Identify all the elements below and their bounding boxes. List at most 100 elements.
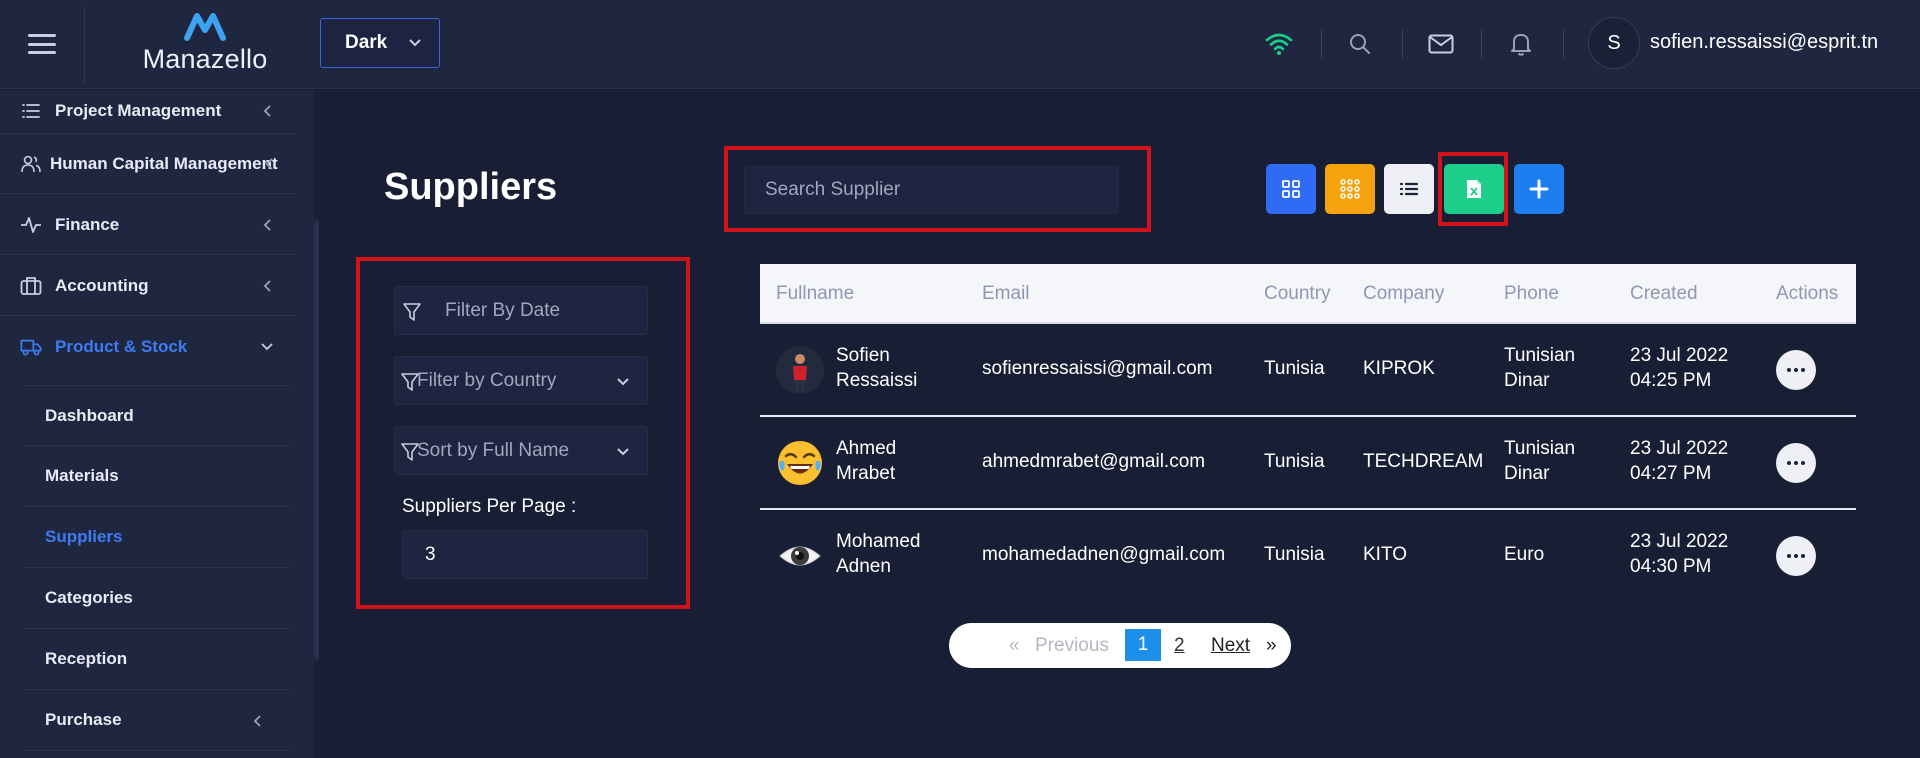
filter-by-country-select[interactable]: Filter by Country [394, 356, 648, 405]
filter-by-date-field[interactable]: Filter By Date [394, 286, 648, 335]
header-separator [1563, 30, 1564, 58]
fullname-cell: Ahmed Mrabet [836, 438, 897, 484]
sidebar-subitem-label: Purchase [45, 710, 122, 729]
mail-icon[interactable] [1424, 28, 1458, 60]
sidebar-subitem-suppliers[interactable]: Suppliers [24, 507, 290, 568]
row-actions-button[interactable] [1776, 536, 1816, 576]
chevron-left-icon [263, 279, 271, 292]
bell-icon[interactable] [1504, 28, 1538, 60]
excel-highlight-box [1438, 152, 1508, 226]
country-cell: Tunisia [1264, 358, 1325, 379]
sidebar-item-product-stock[interactable]: Product & Stock [0, 317, 296, 377]
sidebar-item-accounting[interactable]: Accounting [0, 256, 296, 316]
email-cell: sofienressaissi@gmail.com [982, 358, 1213, 379]
apps-icon [1340, 179, 1360, 199]
apps-view-button[interactable] [1325, 164, 1375, 214]
column-header-fullname[interactable]: Fullname [776, 283, 854, 305]
user-email[interactable]: sofien.ressaissi@esprit.tn [1650, 31, 1878, 54]
fullname-cell: Mohamed Adnen [836, 531, 921, 577]
company-cell: KIPROK [1363, 358, 1435, 379]
pagination-previous: Previous [1035, 635, 1109, 656]
hamburger-menu-icon[interactable] [24, 30, 60, 58]
app-name: Manazello [142, 44, 268, 74]
sidebar-subitem-purchase[interactable]: Purchase [24, 690, 290, 751]
pagination-next[interactable]: Next [1211, 631, 1250, 660]
sidebar-item-label: Human Capital Management [50, 153, 278, 173]
filter-by-country-label: Filter by Country [417, 369, 557, 391]
laughing-emoji-avatar [776, 439, 824, 487]
add-supplier-button[interactable] [1514, 164, 1564, 214]
top-header: Manazello Dark S sofien.ressaissi@esprit… [0, 0, 1920, 89]
table-header: Fullname Email Country Company Phone Cre… [760, 264, 1856, 324]
country-cell: Tunisia [1264, 451, 1325, 472]
sidebar-item-finance[interactable]: Finance [0, 195, 296, 255]
wifi-icon[interactable] [1262, 28, 1296, 60]
chevron-down-icon [617, 378, 629, 386]
sidebar-subitem-dashboard[interactable]: Dashboard [24, 385, 290, 446]
sidebar-item-label: Project Management [55, 100, 222, 120]
filter-by-date-placeholder: Filter By Date [445, 299, 561, 321]
truck-icon [20, 336, 42, 358]
app-logo[interactable]: Manazello [136, 10, 274, 78]
chevron-left-icon [265, 157, 273, 170]
plus-icon [1529, 179, 1549, 199]
sidebar-item-label: Finance [55, 214, 120, 234]
chevron-left-icon [253, 715, 261, 727]
row-actions-button[interactable] [1776, 350, 1816, 390]
email-cell: ahmedmrabet@gmail.com [982, 451, 1206, 472]
scrollbar-thumb[interactable] [314, 220, 319, 660]
sidebar: Project Management Human Capital Managem… [0, 90, 314, 758]
sidebar-subitem-materials[interactable]: Materials [24, 446, 290, 507]
phone-cell: Euro [1504, 544, 1545, 565]
grid-icon [1282, 180, 1300, 198]
per-page-input[interactable] [402, 530, 648, 579]
column-header-created[interactable]: Created [1630, 283, 1698, 305]
table-row[interactable]: Sofien Ressaissi sofienressaissi@gmail.co… [760, 324, 1856, 417]
pagination-page-2[interactable]: 2 [1174, 631, 1185, 660]
briefcase-icon [20, 275, 42, 297]
column-header-phone[interactable]: Phone [1504, 283, 1559, 305]
created-cell: 23 Jul 2022 04:27 PM [1630, 438, 1729, 484]
sidebar-subitem-categories[interactable]: Categories [24, 568, 290, 629]
phone-cell: Tunisian Dinar [1504, 345, 1576, 391]
chevron-left-icon [263, 105, 271, 117]
company-cell: TECHDREAM [1363, 451, 1484, 472]
sidebar-item-label: Product & Stock [55, 337, 188, 356]
sidebar-item-project-management[interactable]: Project Management [0, 88, 296, 134]
user-avatar[interactable]: S [1588, 17, 1640, 69]
sort-by-select[interactable]: Sort by Full Name [394, 426, 648, 475]
theme-select[interactable]: Dark [320, 18, 440, 68]
grid-view-button[interactable] [1266, 164, 1316, 214]
users-icon [20, 153, 42, 175]
manazello-logo-icon [184, 13, 226, 41]
company-cell: KITO [1363, 544, 1407, 565]
sidebar-subitem-reception[interactable]: Reception [24, 629, 290, 690]
pagination-last-arrow[interactable]: » [1266, 631, 1277, 660]
pagination: « Previous 1 2 Next » [949, 623, 1291, 668]
row-actions-button[interactable] [1776, 443, 1816, 483]
search-icon[interactable] [1343, 28, 1377, 60]
created-cell: 23 Jul 2022 04:25 PM [1630, 345, 1729, 391]
header-separator [1481, 30, 1482, 58]
column-header-country[interactable]: Country [1264, 283, 1331, 305]
chevron-left-icon [263, 218, 271, 231]
sidebar-scrollbar[interactable] [314, 90, 319, 758]
chevron-down-icon [261, 343, 273, 351]
fullname-cell: Sofien Ressaissi [836, 345, 918, 391]
header-separator [1321, 30, 1322, 58]
column-header-email[interactable]: Email [982, 283, 1030, 305]
table-row[interactable]: Mohamed Adnen mohamedadnen@gmail.com Tuni… [760, 510, 1856, 603]
page-title: Suppliers [384, 166, 558, 208]
activity-icon [20, 214, 42, 236]
column-header-company[interactable]: Company [1363, 283, 1444, 305]
country-cell: Tunisia [1264, 544, 1325, 565]
sidebar-item-human-capital[interactable]: Human Capital Management [0, 134, 296, 194]
email-cell: mohamedadnen@gmail.com [982, 544, 1226, 565]
search-input[interactable] [744, 166, 1119, 214]
column-header-actions: Actions [1776, 283, 1839, 304]
header-divider [84, 6, 85, 84]
pagination-page-1[interactable]: 1 [1125, 629, 1161, 661]
created-cell: 23 Jul 2022 04:30 PM [1630, 531, 1729, 577]
list-view-button[interactable] [1384, 164, 1434, 214]
table-row[interactable]: Ahmed Mrabet ahmedmrabet@gmail.com Tunisi… [760, 417, 1856, 510]
